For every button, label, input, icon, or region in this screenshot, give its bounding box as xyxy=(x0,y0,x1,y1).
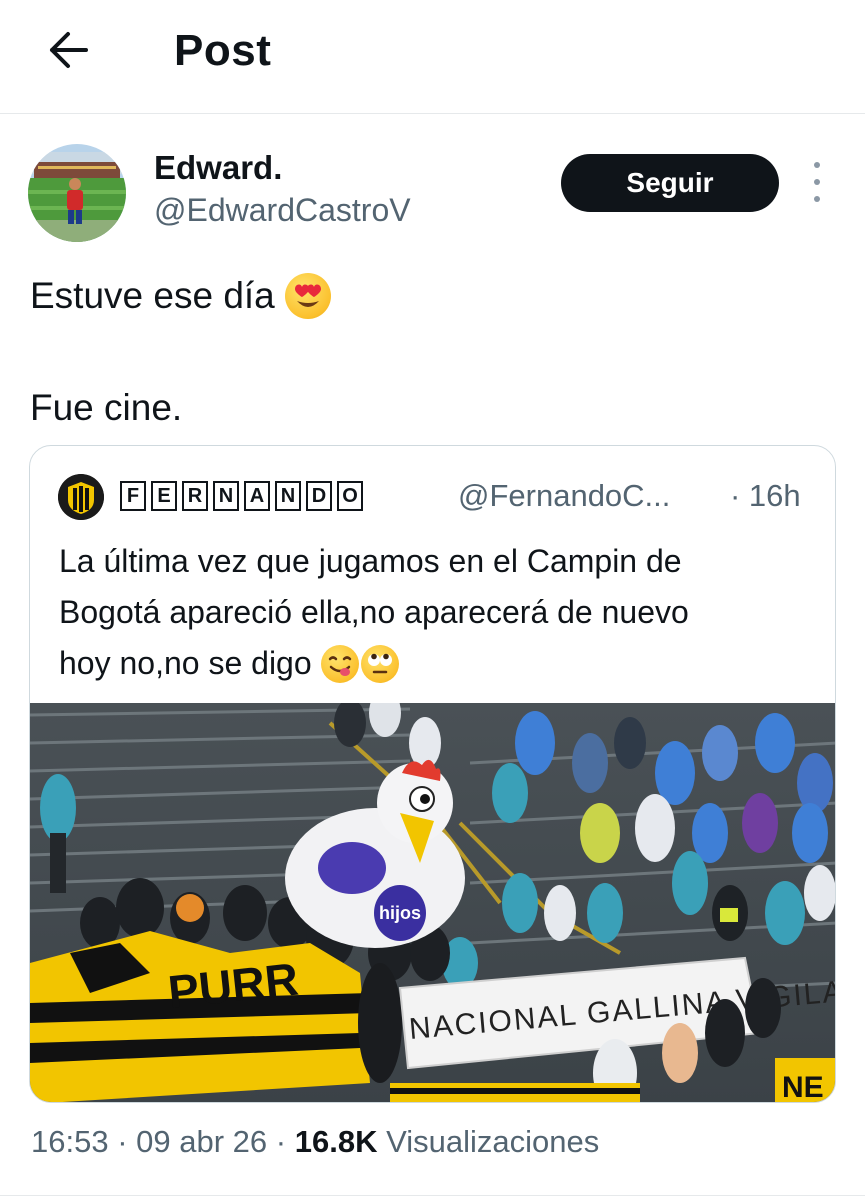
arrow-left-icon xyxy=(50,32,88,68)
yum-face-emoji xyxy=(320,644,359,683)
author-handle[interactable]: @EdwardCastroV xyxy=(154,192,411,229)
name-letter: D xyxy=(306,481,332,511)
flag-text-2: NE xyxy=(782,1071,824,1103)
follow-button[interactable]: Seguir xyxy=(561,154,779,212)
post-text-line: Estuve ese día xyxy=(30,275,286,316)
name-letter: N xyxy=(275,481,301,511)
author-name[interactable]: Edward. xyxy=(154,149,282,187)
post-date[interactable]: 09 abr 26 xyxy=(136,1124,267,1159)
quoted-author-name: F E R N A N D O xyxy=(120,481,363,511)
heart-eyes-emoji xyxy=(285,273,332,319)
rolling-eyes-emoji xyxy=(360,644,399,683)
views-label: Visualizaciones xyxy=(386,1124,600,1159)
quoted-avatar xyxy=(58,474,104,520)
vertical-dots-icon[interactable] xyxy=(806,162,828,202)
name-letter: O xyxy=(337,481,363,511)
name-letter: R xyxy=(182,481,208,511)
quoted-text: La última vez que jugamos en el Campin d… xyxy=(59,536,819,689)
balloon-logo: hijos xyxy=(379,903,421,923)
name-letter: N xyxy=(213,481,239,511)
post-text: Estuve ese día Fue cine. xyxy=(30,268,332,436)
name-letter: A xyxy=(244,481,270,511)
quoted-author-handle: @FernandoC... xyxy=(458,478,671,513)
page-title: Post xyxy=(174,26,272,75)
post-time[interactable]: 16:53 xyxy=(31,1124,109,1159)
separator: · xyxy=(117,1124,128,1159)
quoted-timestamp[interactable]: · 16h xyxy=(730,478,801,514)
avatar[interactable] xyxy=(28,144,126,242)
quoted-text-line: La última vez que jugamos en el Campin d… xyxy=(59,543,682,579)
back-button[interactable] xyxy=(40,22,96,78)
name-letter: E xyxy=(151,481,177,511)
name-letter: F xyxy=(120,481,146,511)
views-count: 16.8K xyxy=(294,1124,378,1159)
quoted-text-line: hoy no,no se digo xyxy=(59,645,321,681)
top-bar: Post xyxy=(0,0,865,114)
post-text-line: Fue cine. xyxy=(30,387,183,428)
divider xyxy=(0,1195,865,1196)
separator: · xyxy=(275,1124,287,1159)
post-metadata: 16:53 · 09 abr 26 · 16.8K Visualizacione… xyxy=(31,1124,599,1160)
stadium-photo[interactable]: hijos PURR NACIONAL GALLINA VIGILANTE NE xyxy=(30,703,835,1103)
quoted-text-line: Bogotá apareció ella,no aparecerá de nue… xyxy=(59,594,689,630)
avatar-image xyxy=(28,144,126,242)
quoted-post[interactable]: F E R N A N D O @FernandoC... · 16h La ú… xyxy=(29,445,836,1103)
